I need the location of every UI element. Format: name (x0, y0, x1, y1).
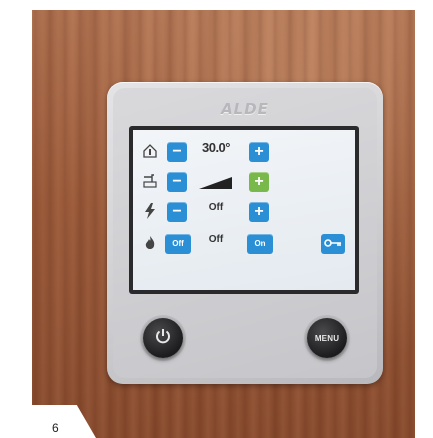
touch-screen: − 30.0° + − + − Off + Off Off On (133, 130, 355, 290)
temperature-value: 30.0° (201, 140, 231, 155)
page-number: 6 (52, 421, 59, 435)
key-icon (324, 235, 342, 253)
temperature-plus-button[interactable]: + (249, 142, 269, 162)
control-panel: ALDE − 30.0° + − + − Off + Off Off On ME… (107, 82, 383, 384)
hot-water-minus-button[interactable]: − (167, 172, 187, 192)
hot-water-plus-button[interactable]: + (249, 172, 269, 192)
house-thermometer-icon (141, 142, 159, 160)
electric-row: − Off + (133, 198, 355, 226)
panel-face: ALDE − 30.0° + − + − Off + Off Off On ME… (113, 88, 377, 378)
gas-on-button[interactable]: On (247, 234, 273, 254)
display-bezel: − 30.0° + − + − Off + Off Off On (129, 126, 359, 294)
hot-water-row: − + (133, 168, 355, 196)
flame-icon (141, 234, 159, 252)
gas-row: Off Off On (133, 230, 355, 258)
temperature-row: − 30.0° + (133, 138, 355, 166)
electric-plus-button[interactable]: + (249, 202, 269, 222)
electric-minus-button[interactable]: − (167, 202, 187, 222)
power-icon (154, 327, 172, 350)
brand-logo: ALDE (221, 100, 269, 118)
level-wedge-icon (199, 176, 233, 195)
power-button[interactable] (143, 318, 183, 358)
lightning-icon (141, 202, 159, 220)
temperature-minus-button[interactable]: − (167, 142, 187, 162)
tap-icon (141, 172, 159, 190)
menu-label: MENU (314, 333, 340, 343)
menu-button[interactable]: MENU (307, 318, 347, 358)
gas-value: Off (208, 234, 224, 245)
key-lock-button[interactable] (321, 234, 345, 254)
electric-value: Off (208, 202, 224, 213)
